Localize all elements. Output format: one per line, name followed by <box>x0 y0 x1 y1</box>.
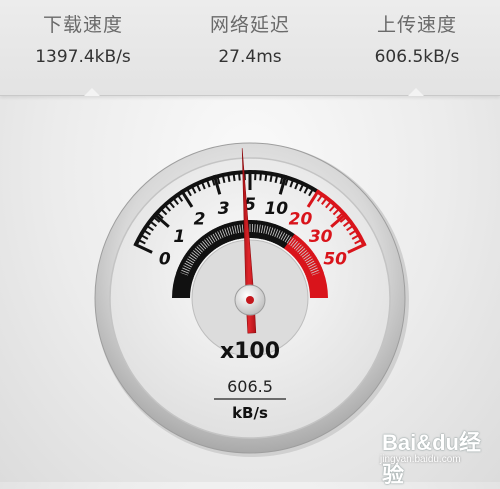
inner-band-cap-left <box>181 274 185 298</box>
scale-label: 0 <box>159 249 171 269</box>
gauge-reading-unit: kB/s <box>232 404 268 422</box>
baidu-jingyan-watermark: Bai&du经验 jingyan.baidu.com <box>380 425 495 477</box>
scale-label: 50 <box>323 249 347 269</box>
gauge-reading-value: 606.5 <box>227 377 273 396</box>
outer-minor-tick <box>270 174 271 182</box>
gauge-multiplier: x100 <box>220 339 280 364</box>
outer-minor-tick <box>239 172 240 180</box>
needle-cap-center <box>246 296 254 304</box>
scale-label: 30 <box>309 227 333 247</box>
inner-band-tick-highlight <box>255 224 256 232</box>
outer-minor-tick <box>265 173 266 181</box>
scale-label: 10 <box>264 199 288 219</box>
outer-minor-tick <box>260 172 261 180</box>
speed-gauge: 0123510203050 x100 606.5 kB/s <box>0 0 500 482</box>
outer-minor-tick <box>234 173 235 181</box>
scale-label: 1 <box>173 227 185 247</box>
scale-label: 2 <box>194 210 206 230</box>
outer-minor-tick <box>228 174 229 182</box>
watermark-url: jingyan.baidu.com <box>380 454 461 465</box>
scale-label: 3 <box>218 199 230 219</box>
inner-band-cap-right <box>315 274 319 298</box>
